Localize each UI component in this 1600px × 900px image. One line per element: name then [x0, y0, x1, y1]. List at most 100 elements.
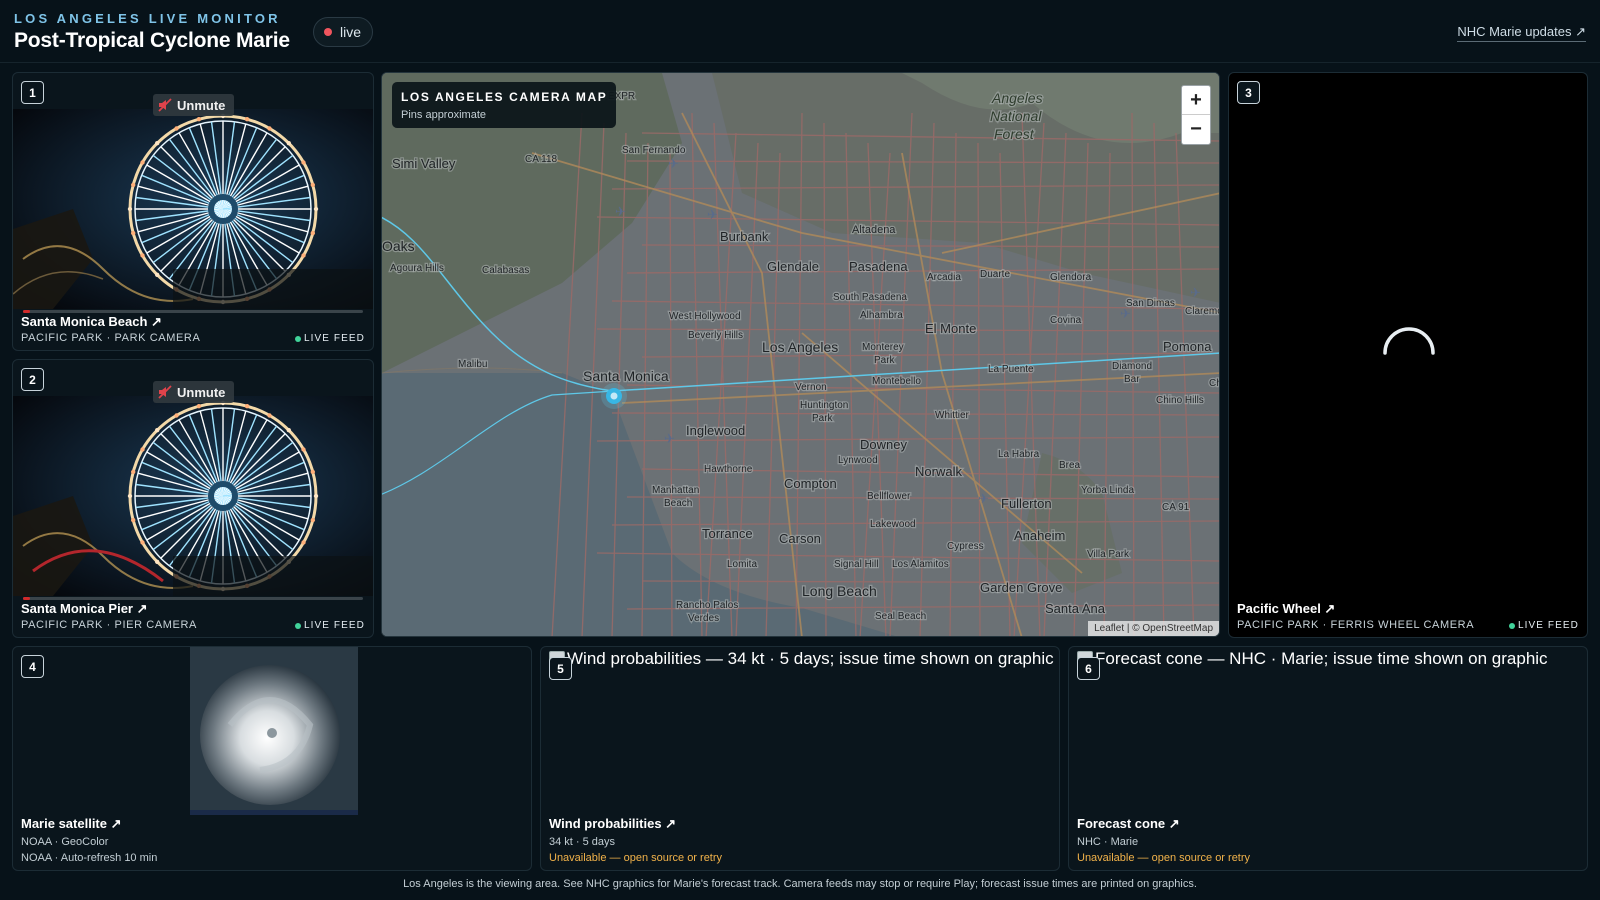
map-attribution[interactable]: Leaflet | © OpenStreetMap: [1088, 621, 1219, 636]
map-place-label: Los Angeles: [762, 339, 838, 355]
map-tiles[interactable]: ✈✈ ✈✈✈✈✈ Simi ValleySan FernandoCA 118Ang…: [382, 73, 1220, 637]
card-refresh: NOAA · Auto-refresh 10 min: [21, 852, 158, 864]
map-place-label: Santa Ana: [1045, 601, 1106, 616]
camera-caption: Santa Monica Pier ↗ PACIFIC PARK · PIER …: [21, 601, 365, 631]
live-dot-icon: [294, 335, 301, 342]
camera-title-link[interactable]: Santa Monica Beach ↗: [21, 314, 365, 330]
panel-index-badge: 1: [21, 81, 44, 104]
map-place-label: Agoura Hills: [390, 263, 444, 274]
map-place-label: Alhambra: [860, 310, 903, 321]
zoom-out-button[interactable]: −: [1182, 115, 1210, 144]
panel-index-badge: 3: [1237, 81, 1260, 104]
page-title: Post-Tropical Cyclone Marie: [14, 29, 290, 52]
speaker-muted-icon: [158, 385, 172, 399]
camera-caption: Santa Monica Beach ↗ PACIFIC PARK · PARK…: [21, 314, 365, 344]
map-place-label: Lakewood: [870, 519, 916, 530]
video-progress-bar[interactable]: [23, 310, 363, 313]
map-place-label: Vernon: [795, 382, 827, 393]
map-place-label: Cypress: [947, 541, 984, 552]
card-warning[interactable]: Unavailable — open source or retry: [549, 852, 1051, 864]
map-place-label: Torrance: [702, 526, 753, 541]
map-place-label: Altadena: [852, 224, 896, 236]
map-place-label: El Monte: [925, 321, 976, 336]
unmute-label: Unmute: [177, 384, 226, 400]
live-feed-label: LIVE FEED: [1517, 620, 1579, 631]
live-feed-indicator: LIVE FEED: [294, 333, 365, 344]
airport-icon: ✈: [668, 156, 679, 171]
map-place-label: Montebello: [872, 376, 921, 387]
panel-index-badge: 5: [549, 657, 572, 680]
camera-video[interactable]: [13, 396, 373, 596]
live-feed-label: LIVE FEED: [303, 333, 365, 344]
camera-pin-icon[interactable]: [601, 383, 627, 409]
map-place-label: La Puente: [988, 364, 1034, 375]
map-place-label: Covina: [1050, 315, 1082, 326]
image-alt-text: Forecast cone — NHC · Marie; issue time …: [1095, 649, 1548, 668]
live-feed-indicator: LIVE FEED: [294, 620, 365, 631]
map-place-label: Villa Park: [1087, 549, 1130, 560]
map-place-label: Claremont: [1185, 306, 1220, 317]
airport-icon: ✈: [615, 204, 626, 219]
camera-panel-1[interactable]: 1 Unmute Santa Monica Beach ↗ PACIFIC PA…: [12, 72, 374, 351]
map-place-label: Beverly Hills: [688, 330, 743, 341]
wind-probabilities-card[interactable]: Wind probabilities — 34 kt · 5 days; iss…: [540, 646, 1060, 871]
forecast-cone-card[interactable]: Forecast cone — NHC · Marie; issue time …: [1068, 646, 1588, 871]
map-place-label: San Fernando: [622, 145, 686, 156]
broken-image-alt: Wind probabilities — 34 kt · 5 days; iss…: [549, 649, 1054, 669]
card-source: NOAA · GeoColor: [21, 836, 109, 848]
map-place-label: San Dimas: [1126, 298, 1175, 309]
nhc-updates-link[interactable]: NHC Marie updates ↗: [1457, 24, 1586, 42]
live-dot-icon: [324, 28, 332, 36]
image-alt-text: Wind probabilities — 34 kt · 5 days; iss…: [567, 649, 1054, 668]
camera-map[interactable]: ✈ ✈ ✈ ✈ ✈ ✈ ✈ Simi Valley San Fernando CA 118 Ang…: [381, 72, 1220, 637]
map-place-label: Yorba Linda: [1081, 485, 1134, 496]
map-place-label: Anaheim: [1014, 528, 1065, 543]
airport-icon: ✈: [664, 431, 675, 446]
map-place-label: South Pasadena: [833, 292, 907, 303]
card-warning[interactable]: Unavailable — open source or retry: [1077, 852, 1579, 864]
map-place-label: Malibu: [458, 359, 487, 370]
map-place-label: Calabasas: [482, 265, 529, 276]
map-place-label: Brea: [1059, 460, 1081, 471]
airport-icon: ✈: [978, 491, 989, 506]
map-place-label: Long Beach: [802, 583, 877, 599]
map-place-label: Whittier: [935, 410, 970, 421]
satellite-card[interactable]: 4 Marie satellite ↗ NOAA · GeoColor NOAA…: [12, 646, 532, 871]
video-progress-bar[interactable]: [23, 597, 363, 600]
map-subtitle: Pins approximate: [401, 109, 486, 121]
card-title-link[interactable]: Marie satellite ↗: [21, 816, 523, 832]
zoom-in-button[interactable]: +: [1182, 86, 1210, 115]
footer-note: Los Angeles is the viewing area. See NHC…: [403, 878, 1197, 890]
map-place-label: Simi Valley: [392, 156, 456, 171]
live-feed-label: LIVE FEED: [303, 620, 365, 631]
map-place-label: Lomita: [727, 559, 757, 570]
unmute-label: Unmute: [177, 97, 226, 113]
map-place-label: La Habra: [998, 449, 1040, 460]
airport-icon: ✈: [1190, 285, 1201, 300]
unmute-button[interactable]: Unmute: [153, 94, 235, 116]
ferris-wheel-image: [13, 396, 373, 596]
camera-video[interactable]: [13, 109, 373, 309]
map-place-label: Lynwood: [838, 455, 878, 466]
map-place-label: Seal Beach: [875, 611, 926, 622]
map-place-label: Bellflower: [867, 491, 911, 502]
camera-title-link[interactable]: Santa Monica Pier ↗: [21, 601, 365, 617]
map-place-label: Inglewood: [686, 423, 745, 438]
card-title-link[interactable]: Wind probabilities ↗: [549, 816, 1051, 832]
map-place-label: Glendora: [1050, 272, 1092, 283]
camera-panel-2[interactable]: 2 Unmute Santa Monica Pier ↗ PACIFIC PAR…: [12, 359, 374, 638]
card-title-link[interactable]: Forecast cone ↗: [1077, 816, 1579, 832]
camera-panel-3[interactable]: 3 Pacific Wheel ↗ PACIFIC PARK · FERRIS …: [1228, 72, 1588, 638]
live-label: live: [340, 24, 362, 40]
map-place-label: CA 118: [525, 154, 557, 165]
camera-title-link[interactable]: Pacific Wheel ↗: [1237, 601, 1579, 617]
live-dot-icon: [294, 622, 301, 629]
map-place-label: Fullerton: [1001, 496, 1052, 511]
camera-caption: Pacific Wheel ↗ PACIFIC PARK · FERRIS WH…: [1237, 601, 1579, 631]
map-title: LOS ANGELES CAMERA MAP: [401, 90, 608, 104]
unmute-button[interactable]: Unmute: [153, 381, 235, 403]
map-place-label: Pasadena: [849, 259, 908, 274]
satellite-image[interactable]: [190, 647, 358, 815]
map-place-label: CA 91: [1162, 502, 1190, 513]
map-place-label: Pomona: [1163, 339, 1212, 354]
